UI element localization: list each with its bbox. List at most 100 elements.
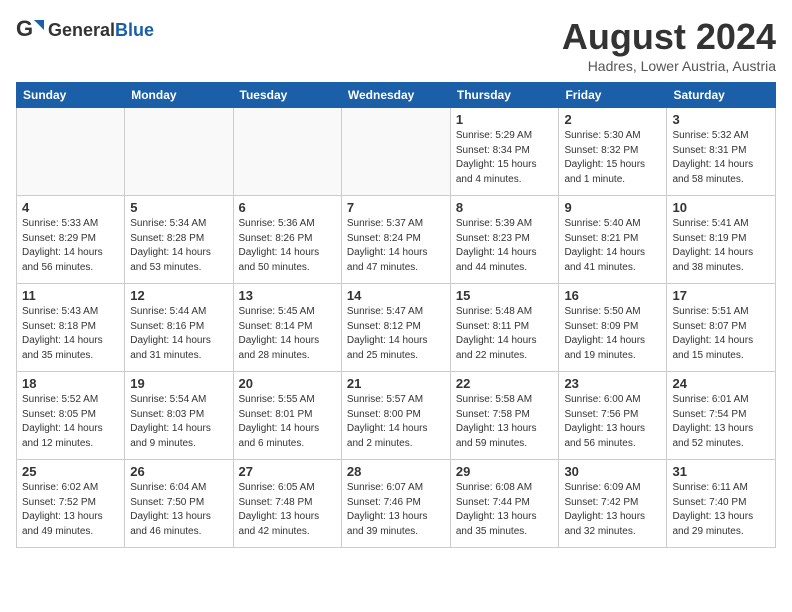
- day-number: 1: [456, 112, 554, 127]
- day-number: 28: [347, 464, 445, 479]
- day-info: Sunrise: 5:58 AMSunset: 7:58 PMDaylight:…: [456, 393, 554, 451]
- day-info: Sunrise: 5:40 AMSunset: 8:21 PMDaylight:…: [564, 217, 661, 275]
- day-number: 3: [672, 112, 770, 127]
- day-info: Sunrise: 5:41 AMSunset: 8:19 PMDaylight:…: [672, 217, 770, 275]
- calendar-cell: 4Sunrise: 5:33 AMSunset: 8:29 PMDaylight…: [17, 196, 125, 284]
- day-number: 13: [239, 288, 336, 303]
- weekday-header-tuesday: Tuesday: [233, 83, 341, 108]
- weekday-header-sunday: Sunday: [17, 83, 125, 108]
- day-number: 25: [22, 464, 119, 479]
- calendar-cell: 9Sunrise: 5:40 AMSunset: 8:21 PMDaylight…: [559, 196, 667, 284]
- calendar-cell: 22 Sunrise: 5:58 AMSunset: 7:58 PMDayligh…: [450, 372, 559, 460]
- weekday-header-thursday: Thursday: [450, 83, 559, 108]
- day-number: 5: [130, 200, 227, 215]
- day-number: 4: [22, 200, 119, 215]
- day-info: Sunrise: 5:45 AMSunset: 8:14 PMDaylight:…: [239, 305, 336, 363]
- day-number: 29: [456, 464, 554, 479]
- calendar-cell: 13 Sunrise: 5:45 AMSunset: 8:14 PMDayligh…: [233, 284, 341, 372]
- logo: G GeneralBlue: [16, 16, 154, 44]
- week-row-3: 11 Sunrise: 5:43 AMSunset: 8:18 PMDayligh…: [17, 284, 776, 372]
- logo-icon: G: [16, 16, 44, 44]
- calendar-cell: 31 Sunrise: 6:11 AMSunset: 7:40 PMDayligh…: [667, 460, 776, 548]
- day-number: 2: [564, 112, 661, 127]
- day-info: Sunrise: 6:11 AMSunset: 7:40 PMDaylight:…: [672, 481, 770, 539]
- day-number: 12: [130, 288, 227, 303]
- day-number: 19: [130, 376, 227, 391]
- calendar-cell: 7 Sunrise: 5:37 AMSunset: 8:24 PMDaylight…: [341, 196, 450, 284]
- day-number: 10: [672, 200, 770, 215]
- day-info: Sunrise: 6:08 AMSunset: 7:44 PMDaylight:…: [456, 481, 554, 539]
- day-info: Sunrise: 6:00 AMSunset: 7:56 PMDaylight:…: [564, 393, 661, 451]
- calendar-cell: 23Sunrise: 6:00 AMSunset: 7:56 PMDayligh…: [559, 372, 667, 460]
- day-info: Sunrise: 5:39 AMSunset: 8:23 PMDaylight:…: [456, 217, 554, 275]
- day-info: Sunrise: 5:48 AMSunset: 8:11 PMDaylight:…: [456, 305, 554, 363]
- day-number: 18: [22, 376, 119, 391]
- calendar-cell: [233, 108, 341, 196]
- day-number: 31: [672, 464, 770, 479]
- day-info: Sunrise: 5:32 AMSunset: 8:31 PMDaylight:…: [672, 129, 770, 187]
- weekday-header-row: SundayMondayTuesdayWednesdayThursdayFrid…: [17, 83, 776, 108]
- day-number: 6: [239, 200, 336, 215]
- calendar-cell: 28 Sunrise: 6:07 AMSunset: 7:46 PMDayligh…: [341, 460, 450, 548]
- day-number: 26: [130, 464, 227, 479]
- calendar-title: August 2024: [562, 16, 776, 58]
- day-info: Sunrise: 5:55 AMSunset: 8:01 PMDaylight:…: [239, 393, 336, 451]
- weekday-header-monday: Monday: [125, 83, 233, 108]
- day-number: 21: [347, 376, 445, 391]
- day-number: 17: [672, 288, 770, 303]
- calendar-cell: 27 Sunrise: 6:05 AMSunset: 7:48 PMDayligh…: [233, 460, 341, 548]
- weekday-header-saturday: Saturday: [667, 83, 776, 108]
- day-info: Sunrise: 6:05 AMSunset: 7:48 PMDaylight:…: [239, 481, 336, 539]
- calendar-cell: 25 Sunrise: 6:02 AMSunset: 7:52 PMDayligh…: [17, 460, 125, 548]
- calendar-cell: 1 Sunrise: 5:29 AMSunset: 8:34 PMDaylight…: [450, 108, 559, 196]
- calendar-location: Hadres, Lower Austria, Austria: [562, 58, 776, 74]
- day-info: Sunrise: 5:54 AMSunset: 8:03 PMDaylight:…: [130, 393, 227, 451]
- calendar-cell: 8 Sunrise: 5:39 AMSunset: 8:23 PMDaylight…: [450, 196, 559, 284]
- day-number: 22: [456, 376, 554, 391]
- day-number: 8: [456, 200, 554, 215]
- svg-text:G: G: [16, 16, 33, 41]
- day-info: Sunrise: 6:01 AMSunset: 7:54 PMDaylight:…: [672, 393, 770, 451]
- day-number: 7: [347, 200, 445, 215]
- day-info: Sunrise: 5:44 AMSunset: 8:16 PMDaylight:…: [130, 305, 227, 363]
- day-info: Sunrise: 6:04 AMSunset: 7:50 PMDaylight:…: [130, 481, 227, 539]
- calendar-cell: 10 Sunrise: 5:41 AMSunset: 8:19 PMDayligh…: [667, 196, 776, 284]
- calendar-cell: [125, 108, 233, 196]
- day-info: Sunrise: 5:50 AMSunset: 8:09 PMDaylight:…: [564, 305, 661, 363]
- day-info: Sunrise: 6:07 AMSunset: 7:46 PMDaylight:…: [347, 481, 445, 539]
- day-info: Sunrise: 5:57 AMSunset: 8:00 PMDaylight:…: [347, 393, 445, 451]
- day-number: 30: [564, 464, 661, 479]
- calendar-table: SundayMondayTuesdayWednesdayThursdayFrid…: [16, 82, 776, 548]
- calendar-cell: 19 Sunrise: 5:54 AMSunset: 8:03 PMDayligh…: [125, 372, 233, 460]
- day-number: 27: [239, 464, 336, 479]
- day-number: 24: [672, 376, 770, 391]
- week-row-2: 4Sunrise: 5:33 AMSunset: 8:29 PMDaylight…: [17, 196, 776, 284]
- day-info: Sunrise: 5:52 AMSunset: 8:05 PMDaylight:…: [22, 393, 119, 451]
- day-number: 15: [456, 288, 554, 303]
- day-info: Sunrise: 6:02 AMSunset: 7:52 PMDaylight:…: [22, 481, 119, 539]
- day-info: Sunrise: 5:30 AMSunset: 8:32 PMDaylight:…: [564, 129, 661, 187]
- day-number: 16: [564, 288, 661, 303]
- calendar-cell: 29 Sunrise: 6:08 AMSunset: 7:44 PMDayligh…: [450, 460, 559, 548]
- day-info: Sunrise: 5:37 AMSunset: 8:24 PMDaylight:…: [347, 217, 445, 275]
- calendar-cell: 15 Sunrise: 5:48 AMSunset: 8:11 PMDayligh…: [450, 284, 559, 372]
- week-row-5: 25 Sunrise: 6:02 AMSunset: 7:52 PMDayligh…: [17, 460, 776, 548]
- calendar-cell: 14Sunrise: 5:47 AMSunset: 8:12 PMDayligh…: [341, 284, 450, 372]
- day-info: Sunrise: 5:47 AMSunset: 8:12 PMDaylight:…: [347, 305, 445, 363]
- day-number: 11: [22, 288, 119, 303]
- calendar-cell: 16 Sunrise: 5:50 AMSunset: 8:09 PMDayligh…: [559, 284, 667, 372]
- logo-general: General: [48, 20, 115, 40]
- calendar-cell: 2 Sunrise: 5:30 AMSunset: 8:32 PMDaylight…: [559, 108, 667, 196]
- day-info: Sunrise: 5:43 AMSunset: 8:18 PMDaylight:…: [22, 305, 119, 363]
- calendar-cell: 20Sunrise: 5:55 AMSunset: 8:01 PMDayligh…: [233, 372, 341, 460]
- day-info: Sunrise: 5:36 AMSunset: 8:26 PMDaylight:…: [239, 217, 336, 275]
- calendar-cell: 17Sunrise: 5:51 AMSunset: 8:07 PMDayligh…: [667, 284, 776, 372]
- calendar-cell: 30 Sunrise: 6:09 AMSunset: 7:42 PMDayligh…: [559, 460, 667, 548]
- calendar-cell: 26 Sunrise: 6:04 AMSunset: 7:50 PMDayligh…: [125, 460, 233, 548]
- day-info: Sunrise: 6:09 AMSunset: 7:42 PMDaylight:…: [564, 481, 661, 539]
- week-row-4: 18 Sunrise: 5:52 AMSunset: 8:05 PMDayligh…: [17, 372, 776, 460]
- week-row-1: 1 Sunrise: 5:29 AMSunset: 8:34 PMDaylight…: [17, 108, 776, 196]
- calendar-cell: [17, 108, 125, 196]
- day-info: Sunrise: 5:29 AMSunset: 8:34 PMDaylight:…: [456, 129, 554, 187]
- page-header: G GeneralBlue August 2024 Hadres, Lower …: [16, 16, 776, 74]
